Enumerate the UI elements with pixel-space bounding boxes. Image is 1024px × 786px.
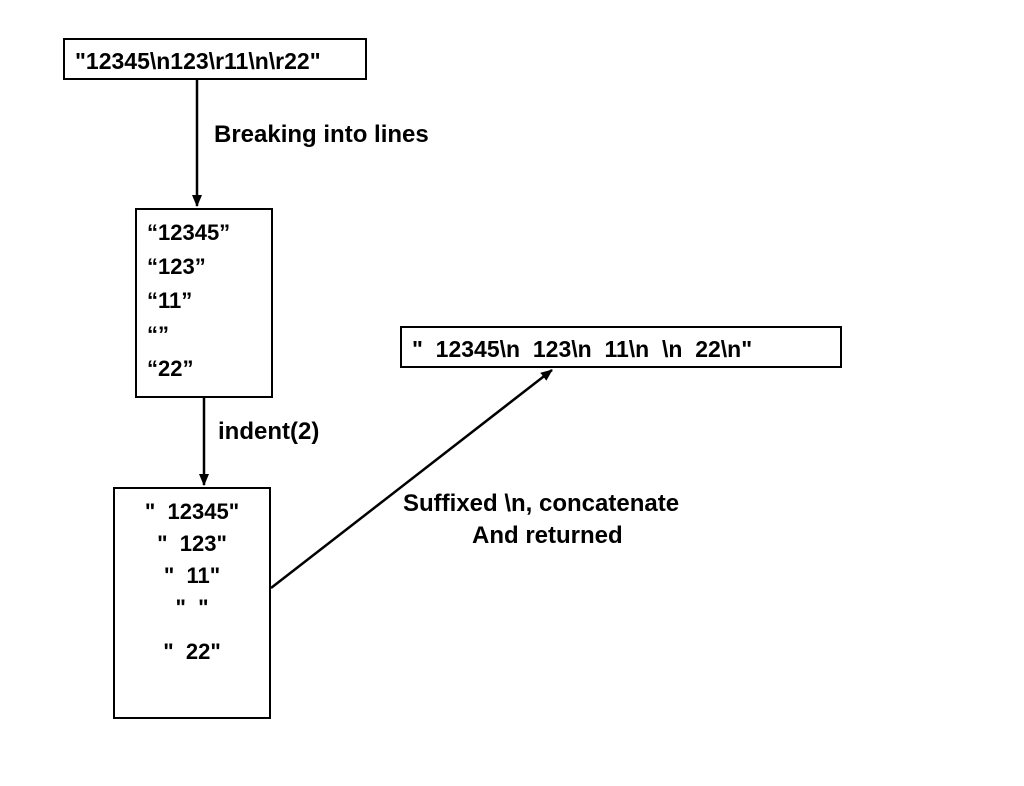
label-indent: indent(2)	[218, 418, 319, 446]
arrow-indent-to-output	[271, 370, 552, 588]
output-string-text: " 12345\n 123\n 11\n \n 22\n"	[402, 328, 840, 371]
label-breaking-lines: Breaking into lines	[214, 121, 429, 149]
input-string-text: "12345\n123\r11\n\r22"	[65, 40, 365, 83]
split-lines-list: “12345” “123” “11” “” “22”	[137, 210, 271, 392]
input-string-box: "12345\n123\r11\n\r22"	[63, 38, 367, 80]
indented-lines-list: " 12345" " 123" " 11" " " " 22"	[115, 489, 269, 671]
split-lines-box: “12345” “123” “11” “” “22”	[135, 208, 273, 398]
label-and-returned: And returned	[472, 522, 623, 550]
output-string-box: " 12345\n 123\n 11\n \n 22\n"	[400, 326, 842, 368]
indented-line-2: " 123"	[157, 531, 227, 557]
indented-lines-box: " 12345" " 123" " 11" " " " 22"	[113, 487, 271, 719]
indented-line-4: " "	[175, 595, 208, 621]
indented-line-1: " 12345"	[145, 499, 239, 525]
indented-line-5: " 22"	[163, 639, 221, 665]
label-suffix-concat: Suffixed \n, concatenate	[403, 490, 679, 518]
indented-line-3: " 11"	[164, 563, 220, 589]
